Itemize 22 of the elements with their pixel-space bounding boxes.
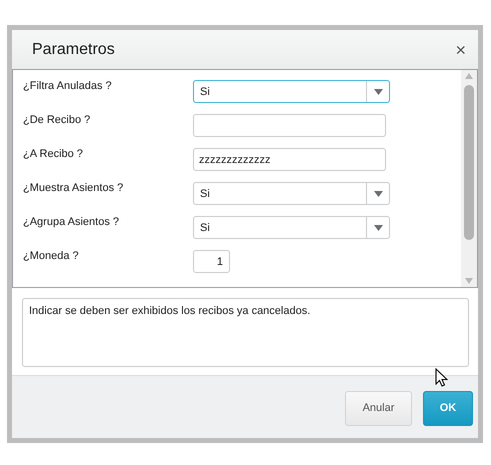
caret-icon xyxy=(374,88,382,94)
field-label: ¿A Recibo ? xyxy=(23,147,84,160)
scroll-down-icon[interactable] xyxy=(465,278,473,284)
scroll-up-icon[interactable] xyxy=(465,73,473,79)
field-label: ¿Moneda ? xyxy=(23,249,80,262)
cancel-button[interactable]: Anular xyxy=(345,390,412,426)
input-field[interactable]: zzzzzzzzzzzzz xyxy=(193,148,386,171)
field-label: ¿Agrupa Asientos ? xyxy=(23,215,120,228)
close-button[interactable]: × xyxy=(453,40,468,58)
number-field[interactable]: 1 xyxy=(193,250,230,273)
field-label: ¿De Recibo ? xyxy=(23,113,92,126)
caret-icon xyxy=(374,190,382,196)
field-label: ¿Muestra Asientos ? xyxy=(23,181,124,194)
dialog-title: Parametros xyxy=(32,40,115,58)
scrollbar[interactable] xyxy=(461,70,477,287)
help-text-box: Indicar se deben ser exhibidos los recibos ya cancelados. xyxy=(22,298,469,367)
input-field[interactable] xyxy=(193,114,386,137)
dropdown[interactable]: Si xyxy=(193,80,390,103)
dropdown[interactable]: Si xyxy=(193,216,390,239)
caret-icon xyxy=(374,224,382,230)
field-label: ¿Filtra Anuladas ? xyxy=(23,79,113,92)
dropdown[interactable]: Si xyxy=(193,182,390,205)
